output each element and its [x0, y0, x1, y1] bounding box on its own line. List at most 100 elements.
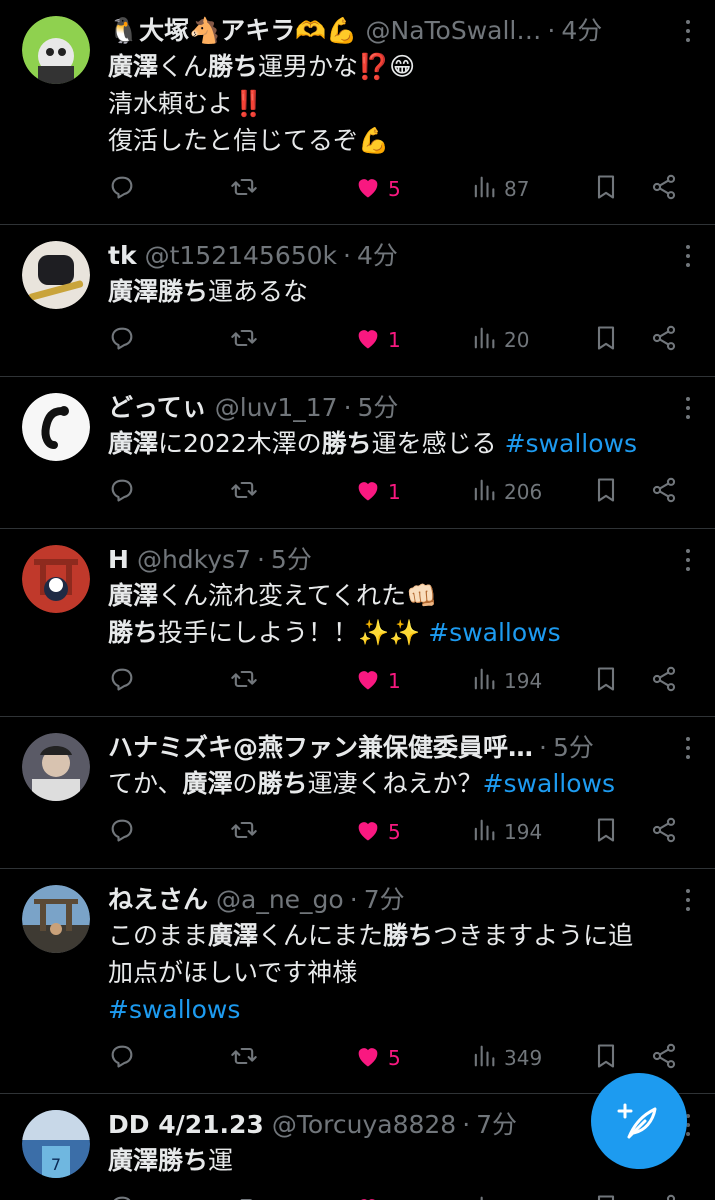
like-button[interactable]: 5 [354, 812, 401, 852]
reply-button[interactable] [108, 1189, 136, 1200]
tweet-header: ねえさん @a_ne_go · 7分 [108, 883, 691, 917]
display-name[interactable]: H [108, 543, 129, 577]
display-name[interactable]: どってぃ [108, 391, 207, 425]
display-name[interactable]: DD 4/21.23 [108, 1108, 264, 1142]
share-icon [650, 816, 678, 849]
views-button[interactable]: 87 [470, 169, 529, 209]
views-button[interactable]: 194 [470, 812, 542, 852]
avatar[interactable] [22, 241, 90, 309]
views-button[interactable]: 349 [470, 1038, 542, 1078]
reply-button[interactable] [108, 812, 136, 852]
tweet[interactable]: ハナミズキ@燕ファン兼保健委員呼… · 5分 てか、廣澤の勝ち運凄くねえか？#swal… [0, 717, 715, 869]
reply-button[interactable] [108, 320, 136, 360]
views-count: 194 [504, 820, 543, 844]
retweet-button[interactable] [230, 812, 258, 852]
retweet-button[interactable] [230, 472, 258, 512]
like-button[interactable]: 5 [354, 169, 401, 209]
share-button[interactable] [650, 812, 678, 852]
share-button[interactable] [650, 320, 678, 360]
retweet-button[interactable] [230, 1189, 258, 1200]
tweet[interactable]: tk @t152145650k · 4分 廣澤勝ち運あるな 1 20 [0, 225, 715, 377]
text-segment: 復活したと信じてるぞ💪 [108, 126, 390, 155]
bookmark-button[interactable] [592, 169, 620, 209]
more-icon[interactable] [685, 889, 691, 915]
bookmark-button[interactable] [592, 320, 620, 360]
user-handle[interactable]: @luv1_17 [215, 391, 338, 425]
share-button[interactable] [650, 661, 678, 701]
views-button[interactable] [470, 1189, 504, 1200]
retweet-button[interactable] [230, 1038, 258, 1078]
user-handle[interactable]: @Torcuya8828 [272, 1108, 456, 1142]
more-icon[interactable] [685, 20, 691, 46]
retweet-button[interactable] [230, 169, 258, 209]
views-button[interactable]: 194 [470, 661, 542, 701]
highlighted-term: 廣澤 [208, 921, 259, 950]
avatar[interactable]: 7 [22, 1110, 90, 1178]
share-button[interactable] [650, 472, 678, 512]
timestamp[interactable]: 5分 [358, 391, 399, 425]
more-icon[interactable] [685, 245, 691, 271]
bookmark-button[interactable] [592, 1038, 620, 1078]
hashtag-link[interactable]: #swallows [483, 769, 615, 798]
tweet[interactable]: ねえさん @a_ne_go · 7分 このまま廣澤くんにまた勝ちつきますように追 加点がほ… [0, 869, 715, 1094]
display-name[interactable]: ハナミズキ@燕ファン兼保健委員呼… [108, 731, 533, 765]
avatar[interactable] [22, 733, 90, 801]
like-button[interactable]: 1 [354, 472, 401, 512]
timestamp[interactable]: 4分 [561, 14, 602, 48]
views-button[interactable]: 206 [470, 472, 542, 512]
share-icon [650, 173, 678, 206]
reply-button[interactable] [108, 472, 136, 512]
more-icon[interactable] [685, 549, 691, 575]
hashtag-link[interactable]: #swallows [108, 995, 240, 1024]
separator-dot: · [547, 16, 556, 45]
more-icon[interactable] [685, 397, 691, 423]
hashtag-link[interactable]: #swallows [505, 429, 637, 458]
share-button[interactable] [650, 1038, 678, 1078]
display-name[interactable]: tk [108, 239, 137, 273]
display-name[interactable]: 🐧大塚🐴アキラ🫶💪 [108, 14, 358, 48]
retweet-button[interactable] [230, 320, 258, 360]
compose-icon [617, 1103, 657, 1139]
user-handle[interactable]: @t152145650k [145, 239, 337, 273]
views-button[interactable]: 20 [470, 320, 529, 360]
bookmark-button[interactable] [592, 812, 620, 852]
compose-button[interactable] [591, 1073, 687, 1169]
bookmark-button[interactable] [592, 1189, 620, 1200]
reply-button[interactable] [108, 169, 136, 209]
reply-button[interactable] [108, 661, 136, 701]
like-button[interactable] [354, 1189, 388, 1200]
views-icon [470, 816, 498, 849]
avatar[interactable] [22, 16, 90, 84]
bookmark-icon [592, 1193, 620, 1200]
tweet[interactable]: どってぃ @luv1_17 · 5分 廣澤に2022木澤の勝ち運を感じる #swallo… [0, 377, 715, 529]
timestamp[interactable]: 7分 [476, 1108, 517, 1142]
more-icon[interactable] [685, 737, 691, 763]
user-handle[interactable]: @a_ne_go [216, 883, 344, 917]
timestamp[interactable]: 5分 [553, 731, 594, 765]
like-button[interactable]: 5 [354, 1038, 401, 1078]
avatar[interactable] [22, 393, 90, 461]
bookmark-button[interactable] [592, 661, 620, 701]
like-button[interactable]: 1 [354, 320, 401, 360]
tweet[interactable]: 🐧大塚🐴アキラ🫶💪 @NaToSwall… · 4分 廣澤くん勝ち運男かな⁉️😁 清水頼む… [0, 0, 715, 225]
like-button[interactable]: 1 [354, 661, 401, 701]
text-segment: このまま [108, 921, 209, 950]
bookmark-icon [592, 665, 620, 698]
timestamp[interactable]: 7分 [364, 883, 405, 917]
hashtag-link[interactable]: #swallows [428, 618, 560, 647]
retweet-button[interactable] [230, 661, 258, 701]
bookmark-button[interactable] [592, 472, 620, 512]
separator-dot: · [349, 885, 358, 914]
reply-button[interactable] [108, 1038, 136, 1078]
user-handle[interactable]: @hdkys7 [137, 543, 251, 577]
share-button[interactable] [650, 1189, 678, 1200]
timestamp[interactable]: 4分 [357, 239, 398, 273]
avatar[interactable] [22, 545, 90, 613]
display-name[interactable]: ねえさん [108, 883, 208, 917]
user-handle[interactable]: @NaToSwall… [366, 14, 542, 48]
share-button[interactable] [650, 169, 678, 209]
bookmark-icon [592, 816, 620, 849]
tweet[interactable]: H @hdkys7 · 5分 廣澤くん流れ変えてくれた👊🏻 勝ち投手にしよう！！✨✨ #s… [0, 529, 715, 717]
timestamp[interactable]: 5分 [271, 543, 312, 577]
avatar[interactable] [22, 885, 90, 953]
